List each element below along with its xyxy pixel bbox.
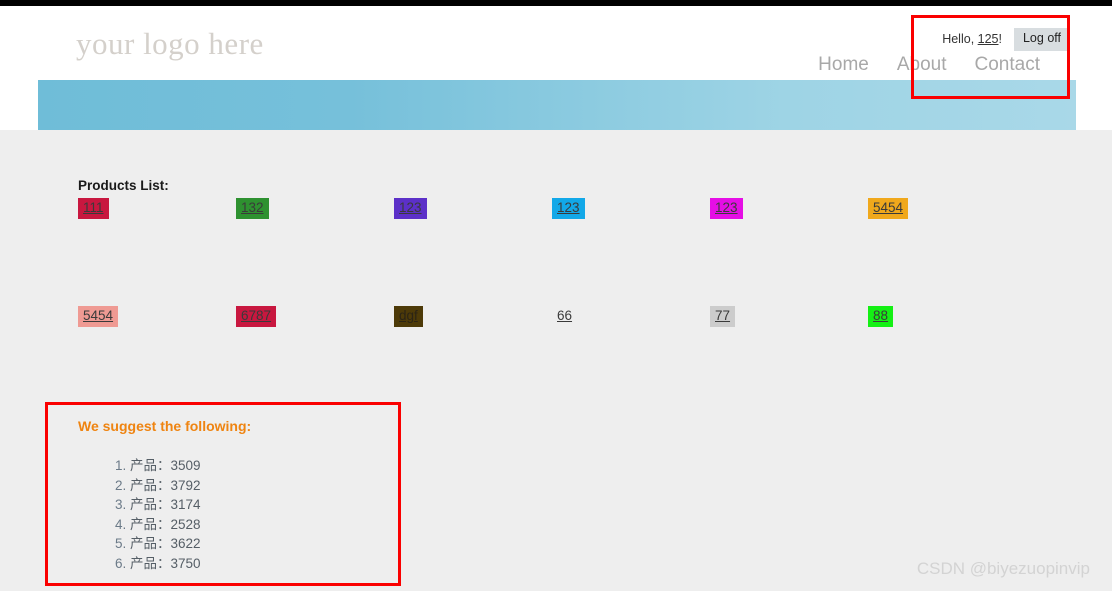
product-cell: 132 (236, 198, 394, 306)
product-cell: 66 (552, 306, 710, 414)
suggestion-item: 产品：3622 (130, 534, 398, 554)
product-row: 5454 6787 dgf 66 77 88 (78, 306, 958, 414)
suggestions-block: We suggest the following: 产品：3509 产品：3792… (78, 418, 398, 573)
product-link[interactable]: 6787 (236, 306, 277, 328)
username-link[interactable]: 125 (978, 32, 999, 46)
nav-item-home[interactable]: Home (818, 54, 869, 76)
product-row: 111 132 123 123 123 5454 (78, 198, 958, 306)
suggestion-item: 产品：2528 (130, 515, 398, 535)
suggestion-text: 产品：3174 (130, 497, 201, 512)
nav-item-about[interactable]: About (897, 54, 947, 76)
suggestion-item: 产品：3792 (130, 476, 398, 496)
suggestions-list: 产品：3509 产品：3792 产品：3174 产品：2528 产品：3622 产品：37… (78, 456, 398, 573)
suggestion-text: 产品：2528 (130, 516, 201, 532)
suggestion-text: 产品：3792 (130, 477, 201, 493)
greeting-suffix: ! (998, 32, 1002, 47)
suggestion-item: 产品：3174 (130, 495, 398, 515)
suggestions-heading: We suggest the following: (78, 418, 252, 434)
page-content: Products List: 111 132 123 123 123 5454 5454 67… (0, 130, 1112, 591)
product-link[interactable]: 5454 (868, 198, 909, 220)
product-cell: 77 (710, 306, 868, 414)
products-grid: 111 132 123 123 123 5454 5454 6787 dgf 66 77 88 (78, 198, 958, 414)
site-logo[interactable]: your logo here (76, 26, 264, 62)
greeting-text: Hello, 125! (942, 32, 1002, 46)
suggestion-item: 产品：3750 (130, 554, 398, 574)
product-cell: dgf (394, 306, 552, 414)
suggestion-text: 产品：3509 (130, 458, 201, 473)
product-cell: 5454 (78, 306, 236, 414)
login-partial: Hello, 125! Log off (942, 28, 1070, 51)
suggestion-text: 产品：3750 (130, 555, 201, 571)
product-link[interactable]: 132 (236, 198, 269, 220)
hero-banner (38, 80, 1076, 165)
product-cell: 5454 (868, 198, 1026, 306)
product-link[interactable]: 66 (552, 306, 577, 327)
product-link[interactable]: 123 (710, 198, 743, 220)
main-navigation: Home About Contact (818, 54, 1040, 76)
products-list-title: Products List: (78, 178, 169, 193)
site-header: your logo here Hello, 125! Log off Home … (0, 6, 1112, 80)
product-link[interactable]: 123 (394, 198, 427, 220)
greeting-prefix: Hello, (942, 32, 978, 47)
nav-item-contact[interactable]: Contact (975, 54, 1040, 76)
product-link[interactable]: 123 (552, 198, 585, 220)
log-off-button[interactable]: Log off (1013, 28, 1070, 51)
product-cell: 123 (710, 198, 868, 306)
suggestion-text: 产品：3622 (130, 536, 201, 551)
product-cell: 6787 (236, 306, 394, 414)
product-link[interactable]: 88 (868, 306, 894, 328)
banner-gradient (38, 80, 1076, 130)
product-link[interactable]: dgf (394, 306, 423, 328)
product-link[interactable]: 5454 (78, 306, 119, 328)
product-cell: 123 (394, 198, 552, 306)
product-cell: 88 (868, 306, 1026, 414)
product-link[interactable]: 111 (78, 198, 109, 220)
suggestion-item: 产品：3509 (130, 456, 398, 476)
product-cell: 111 (78, 198, 236, 306)
watermark-text: CSDN @biyezuopinvip (916, 559, 1090, 578)
product-link[interactable]: 77 (710, 306, 736, 328)
product-cell: 123 (552, 198, 710, 306)
